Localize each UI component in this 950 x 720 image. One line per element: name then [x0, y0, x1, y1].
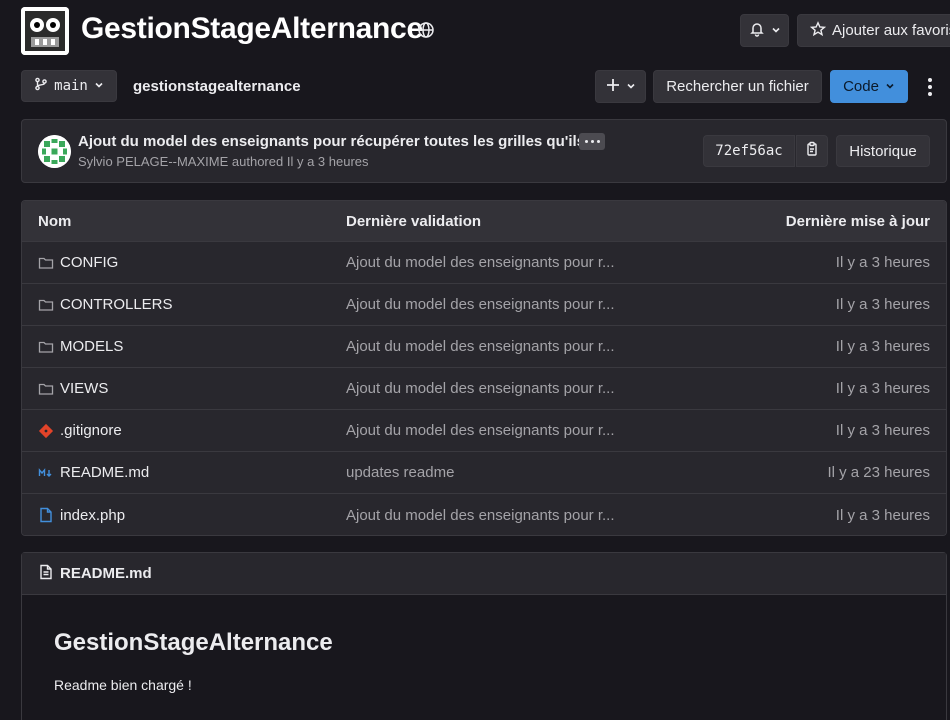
chevron-down-icon — [885, 78, 895, 95]
readme-header: README.md — [22, 553, 946, 595]
markdown-icon — [38, 465, 54, 481]
readme-panel: README.md GestionStageAlternance Readme … — [21, 552, 947, 720]
commit-action: authored — [231, 154, 284, 169]
table-row[interactable]: MODELS Ajout du model des enseignants pou… — [22, 326, 946, 368]
table-row[interactable]: index.php Ajout du model des enseignants … — [22, 494, 946, 535]
more-actions-icon[interactable] — [920, 74, 940, 100]
commit-title[interactable]: Ajout du model des enseignants pour récu… — [78, 133, 598, 150]
table-row[interactable]: VIEWS Ajout du model des enseignants pour… — [22, 368, 946, 410]
table-row[interactable]: CONTROLLERS Ajout du model des enseignant… — [22, 284, 946, 326]
file-last-update: Il y a 3 heures — [835, 506, 930, 524]
breadcrumb[interactable]: gestionstagealternance — [133, 78, 301, 95]
add-dropdown-button[interactable] — [595, 70, 646, 103]
code-label: Code — [843, 78, 879, 95]
file-name-link[interactable]: index.php — [38, 507, 125, 524]
file-text-icon — [38, 564, 54, 584]
file-name-link[interactable]: CONFIG — [38, 254, 118, 271]
copy-icon — [804, 141, 820, 161]
chevron-down-icon — [626, 78, 636, 95]
folder-icon — [38, 297, 54, 313]
table-row[interactable]: .gitignore Ajout du model des enseignants… — [22, 410, 946, 452]
notifications-button[interactable] — [740, 14, 789, 47]
file-name-link[interactable]: README.md — [38, 464, 149, 481]
file-last-update: Il y a 23 heures — [827, 464, 930, 481]
file-name: CONTROLLERS — [60, 296, 173, 313]
find-file-button[interactable]: Rechercher un fichier — [653, 70, 822, 103]
file-name: CONFIG — [60, 254, 119, 271]
commit-sha[interactable]: 72ef56ac — [703, 135, 795, 167]
file-name-link[interactable]: CONTROLLERS — [38, 296, 173, 313]
file-last-update: Il y a 3 heures — [835, 380, 930, 397]
header-name: Nom — [38, 212, 72, 230]
commit-author[interactable]: Sylvio PELAGE--MAXIME — [78, 154, 228, 169]
commit-meta: Sylvio PELAGE--MAXIME authored Il y a 3 … — [78, 154, 369, 169]
file-name: MODELS — [60, 338, 124, 355]
file-last-commit[interactable]: Ajout du model des enseignants pour r... — [346, 296, 615, 313]
folder-icon — [38, 381, 54, 397]
file-name: VIEWS — [60, 380, 109, 397]
code-button[interactable]: Code — [830, 70, 908, 103]
git-icon — [38, 423, 54, 439]
file-last-commit[interactable]: Ajout du model des enseignants pour r... — [346, 338, 615, 355]
file-last-commit[interactable]: updates readme — [346, 464, 454, 481]
star-label: Ajouter aux favoris — [832, 22, 950, 39]
folder-icon — [38, 339, 54, 355]
file-last-update: Il y a 3 heures — [835, 422, 930, 439]
chevron-down-icon — [94, 78, 104, 94]
table-row[interactable]: CONFIG Ajout du model des enseignants pou… — [22, 242, 946, 284]
ellipsis-icon[interactable] — [579, 133, 605, 150]
branch-name: main — [54, 78, 88, 94]
star-button[interactable]: Ajouter aux favoris — [797, 14, 950, 47]
readme-body: Readme bien chargé ! — [54, 677, 192, 693]
chevron-down-icon — [771, 22, 781, 39]
file-name-link[interactable]: MODELS — [38, 338, 123, 355]
readme-filename[interactable]: README.md — [60, 565, 152, 582]
file-last-commit[interactable]: Ajout du model des enseignants pour r... — [346, 507, 615, 524]
folder-icon — [38, 255, 54, 271]
file-last-commit[interactable]: Ajout du model des enseignants pour r... — [346, 254, 615, 271]
globe-icon — [417, 21, 435, 39]
table-header: Nom Dernière validation Dernière mise à … — [22, 201, 946, 242]
commit-time: Il y a 3 heures — [286, 154, 369, 169]
file-name-link[interactable]: .gitignore — [38, 422, 122, 439]
bell-icon — [749, 21, 765, 41]
file-name-link[interactable]: VIEWS — [38, 380, 108, 397]
file-last-commit[interactable]: Ajout du model des enseignants pour r... — [346, 380, 615, 397]
star-icon — [809, 20, 827, 41]
branch-icon — [34, 77, 48, 95]
file-last-update: Il y a 3 heures — [835, 254, 930, 271]
header-last-update: Dernière mise à jour — [785, 212, 930, 230]
branch-selector[interactable]: main — [21, 70, 117, 102]
project-avatar[interactable] — [21, 7, 69, 55]
file-name: .gitignore — [60, 422, 122, 439]
author-avatar[interactable] — [38, 135, 71, 168]
plus-icon — [606, 78, 620, 96]
table-row[interactable]: README.md updates readme Il y a 23 heures — [22, 452, 946, 494]
file-last-update: Il y a 3 heures — [835, 296, 930, 313]
readme-heading: GestionStageAlternance — [54, 629, 333, 656]
repo-title: GestionStageAlternance — [81, 12, 423, 45]
file-tree-table: Nom Dernière validation Dernière mise à … — [21, 200, 947, 536]
file-name: README.md — [60, 464, 150, 481]
header-last-commit: Dernière validation — [346, 212, 482, 230]
file-name: index.php — [60, 506, 126, 524]
file-last-update: Il y a 3 heures — [835, 338, 930, 355]
file-last-commit[interactable]: Ajout du model des enseignants pour r... — [346, 422, 615, 439]
copy-sha-button[interactable] — [796, 135, 828, 167]
history-button[interactable]: Historique — [836, 135, 930, 167]
file-icon — [38, 507, 54, 523]
